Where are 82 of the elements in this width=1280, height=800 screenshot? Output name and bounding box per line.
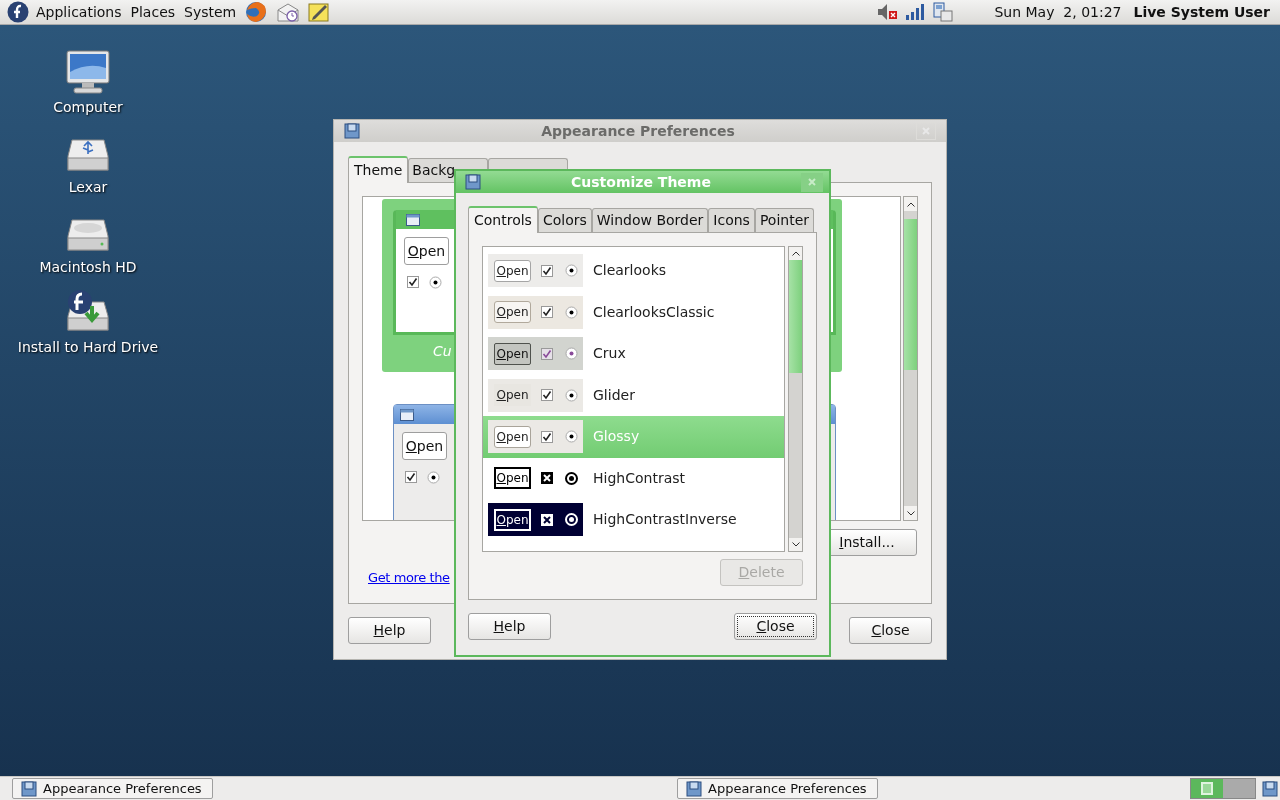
window-icon [344,123,360,139]
tab[interactable]: Icons [708,208,755,232]
fedora-logo-icon[interactable] [7,1,29,23]
preview-button: Open [402,432,447,460]
theme-row[interactable]: Open Clearlooks [483,250,784,292]
clock[interactable]: Sun May 2, 01:27 [994,1,1122,23]
radio-icon [427,471,440,484]
window-icon [21,780,37,797]
theme-name: Glossy [593,427,640,447]
checkbox-icon [407,276,419,288]
muted-speaker-icon[interactable] [876,2,899,22]
theme-row[interactable]: Open HighContrast [483,457,784,499]
checkbox-icon [541,306,553,319]
signal-icon[interactable] [905,3,926,21]
network-icon[interactable] [932,1,955,23]
radio-icon [429,276,442,289]
taskbar-button[interactable]: Appearance Preferences [12,778,213,799]
preview-button: Open [494,384,531,407]
window-icon [406,213,420,226]
preview-button: Open [494,259,531,282]
radio-icon [565,347,578,361]
desktop-icon-label[interactable]: Macintosh HD [39,257,137,278]
checkbox-icon [541,264,553,277]
panel-menu[interactable]: Applications [36,1,122,23]
desktop-icon-label[interactable]: Lexar [68,177,108,198]
checkbox-icon [541,472,553,485]
theme-name: Clearlooks [593,261,667,281]
radio-icon [565,305,578,319]
theme-name: Glider [593,385,635,405]
panel-menu[interactable]: Places [130,1,176,23]
checkbox-icon [405,471,417,483]
radio-icon [565,513,578,527]
get-more-themes-link[interactable]: Get more the [368,570,450,585]
taskbar-button[interactable]: Appearance Preferences [677,778,878,799]
checkbox-icon [541,389,553,402]
preview-button: Open [494,508,531,531]
window-icon [686,780,702,797]
radio-icon [565,471,578,485]
scrollbar[interactable] [903,196,918,521]
desktop-icon-label[interactable]: Install to Hard Drive [17,337,159,358]
tab[interactable]: Controls [468,206,538,233]
theme-row[interactable]: Open Crux [483,333,784,375]
window-title: Customize Theme [570,172,712,192]
preview-button: Open [494,301,531,324]
help-button[interactable]: Help [348,617,431,644]
theme-name: Crux [593,344,626,364]
checkbox-icon [541,430,553,443]
theme-row[interactable]: Open ClearlooksClassic [483,291,784,333]
radio-icon [565,264,578,278]
tab[interactable]: Theme [348,156,409,183]
checkbox-icon [541,347,553,360]
close-button[interactable]: Close [734,613,817,640]
window-title: Appearance Preferences [540,121,736,141]
preview-button: Open [494,342,531,365]
user-name[interactable]: Live System User [1133,1,1270,23]
notepad-icon[interactable] [308,1,331,23]
tab[interactable]: Window Border [591,208,709,232]
preview-button: Open [494,425,531,448]
panel-menu[interactable]: System [184,1,237,23]
help-button[interactable]: Help [468,613,551,640]
tab[interactable]: Pointer [754,208,815,232]
radio-icon [565,430,578,444]
theme-name: ClearlooksClassic [593,302,715,322]
theme-name: HighContrastInverse [593,510,737,530]
theme-name: Cu [433,342,452,361]
preview-button: Open [494,467,531,490]
theme-row[interactable]: Open HighContrastInverse [483,499,784,541]
scrollbar[interactable] [788,246,803,552]
window-icon [400,408,414,421]
close-button[interactable]: Close [849,617,932,644]
window-icon [465,174,481,190]
mail-clock-icon[interactable] [276,1,301,23]
checkbox-icon [541,513,553,526]
desktop-icon-label[interactable]: Computer [53,97,123,118]
tab[interactable]: Colors [537,208,592,232]
radio-icon [565,388,578,402]
computer-icon [64,48,112,96]
theme-row[interactable]: Open Glider [483,374,784,416]
globe-icon[interactable] [244,0,269,24]
theme-row[interactable]: Open Glossy [483,416,784,458]
preview-button: Open [404,237,449,265]
theme-name: HighContrast [593,468,685,488]
